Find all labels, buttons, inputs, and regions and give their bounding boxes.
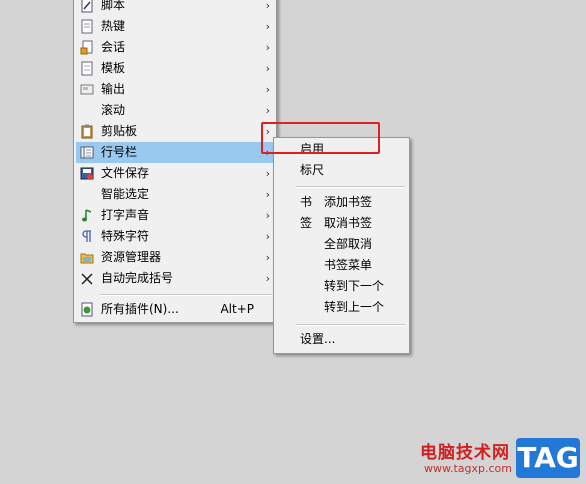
script-icon [81, 0, 93, 13]
watermark-tag-logo: TAG [516, 438, 580, 478]
menu-separator [296, 324, 405, 326]
chevron-right-icon: › [265, 209, 270, 222]
menu-item-label: 取消书签 [324, 216, 373, 230]
watermark-site-name: 电脑技术网 [420, 443, 510, 463]
menu-item-label: 自动完成括号 [101, 271, 174, 285]
bookmark-group-label: 书 [300, 195, 313, 209]
chevron-right-icon: › [265, 167, 270, 180]
menu-item-label: 热键 [101, 19, 126, 33]
submenu-item-next[interactable]: 转到下一个 [276, 276, 407, 297]
submenu-item-prev[interactable]: 转到上一个 [276, 297, 407, 318]
menu-separator [100, 294, 272, 296]
menu-item-label: 模板 [101, 61, 126, 75]
menu-item-label: 打字声音 [101, 208, 150, 222]
menu-item-label: 书签菜单 [324, 258, 373, 272]
menu-item-label: 智能选定 [101, 187, 150, 201]
submenu-item-settings[interactable]: 设置... [276, 329, 407, 350]
submenu-item-add-bookmark[interactable]: 书 添加书签 [276, 192, 407, 213]
menu-item-label: 输出 [101, 82, 126, 96]
menu-item-label: 设置... [300, 332, 336, 346]
chevron-right-icon: › [265, 230, 270, 243]
menu-item-auto-brackets[interactable]: 自动完成括号 › [76, 268, 274, 289]
menu-item-label: 添加书签 [324, 195, 373, 209]
menu-item-label: 标尺 [300, 163, 325, 177]
menu-item-scroll[interactable]: 滚动 › [76, 100, 274, 121]
menu-item-explorer[interactable]: 资源管理器 › [76, 247, 274, 268]
menu-item-line-number-bar[interactable]: 行号栏 › [76, 142, 274, 163]
shortcut-label: Alt+P [220, 302, 254, 316]
menu-item-label: 资源管理器 [101, 250, 162, 264]
menu-item-hotkey[interactable]: 热键 › [76, 16, 274, 37]
watermark: 电脑技术网 www.tagxp.com TAG [412, 432, 586, 484]
session-icon [80, 40, 93, 55]
chevron-right-icon: › [265, 272, 270, 285]
submenu-item-clear-all[interactable]: 全部取消 [276, 234, 407, 255]
chevron-right-icon: › [265, 41, 270, 54]
folder-icon [80, 253, 94, 264]
hotkey-icon [81, 19, 93, 34]
menu-item-label: 滚动 [101, 103, 126, 117]
menu-item-clipboard[interactable]: 剪贴板 › [76, 121, 274, 142]
chevron-right-icon: › [265, 62, 270, 75]
menu-item-script[interactable]: 脚本 › [76, 0, 274, 16]
menu-item-smart-select[interactable]: 智能选定 › [76, 184, 274, 205]
submenu-item-ruler[interactable]: 标尺 [276, 160, 407, 181]
menu-item-all-plugins[interactable]: 所有插件(N)... Alt+P [76, 299, 274, 320]
bookmark-group-label: 签 [300, 216, 313, 230]
watermark-url: www.tagxp.com [424, 462, 512, 475]
pilcrow-icon [82, 230, 91, 242]
menu-item-label: 转到下一个 [324, 279, 385, 293]
menu-item-template[interactable]: 模板 › [76, 58, 274, 79]
menu-item-file-save[interactable]: 文件保存 › [76, 163, 274, 184]
submenu-item-remove-bookmark[interactable]: 签 取消书签 [276, 213, 407, 234]
menu-item-special-chars[interactable]: 特殊字符 › [76, 226, 274, 247]
submenu-item-bookmark-menu[interactable]: 书签菜单 [276, 255, 407, 276]
chevron-right-icon: › [265, 20, 270, 33]
menu-item-label: 文件保存 [101, 166, 150, 180]
save-file-icon [80, 167, 94, 180]
clipboard-icon [81, 124, 93, 139]
menu-separator [296, 186, 405, 188]
menu-item-label: 行号栏 [101, 145, 138, 159]
menu-item-label: 全部取消 [324, 237, 373, 251]
line-number-icon [80, 146, 94, 159]
menu-item-label: 特殊字符 [101, 229, 150, 243]
menu-item-session[interactable]: 会话 › [76, 37, 274, 58]
chevron-right-icon: › [265, 188, 270, 201]
menu-item-label: 所有插件(N)... [101, 302, 179, 316]
chevron-right-icon: › [265, 83, 270, 96]
plugins-icon [81, 302, 93, 317]
menu-item-label: 转到上一个 [324, 300, 385, 314]
chevron-right-icon: › [265, 0, 270, 12]
chevron-right-icon: › [265, 251, 270, 264]
menu-item-label: 会话 [101, 40, 126, 54]
chevron-right-icon: › [265, 104, 270, 117]
menu-item-typing-sound[interactable]: 打字声音 › [76, 205, 274, 226]
highlight-callout-box [261, 122, 380, 154]
music-note-icon [82, 209, 92, 222]
template-icon [81, 61, 93, 76]
brackets-icon [81, 273, 93, 285]
menu-item-label: 剪贴板 [101, 124, 138, 138]
menu-item-output[interactable]: 输出 › [76, 79, 274, 100]
submenu-line-number-bar: 启用 标尺 书 添加书签 签 取消书签 全部取消 书签菜单 转到下一个 转到上一… [273, 137, 410, 354]
context-menu: 脚本 › 热键 › 会话 › 模板 › 输出 › 滚动 › 剪贴板 › 行号栏 … [73, 0, 277, 323]
output-icon [80, 84, 94, 95]
menu-item-label: 脚本 [101, 0, 126, 12]
